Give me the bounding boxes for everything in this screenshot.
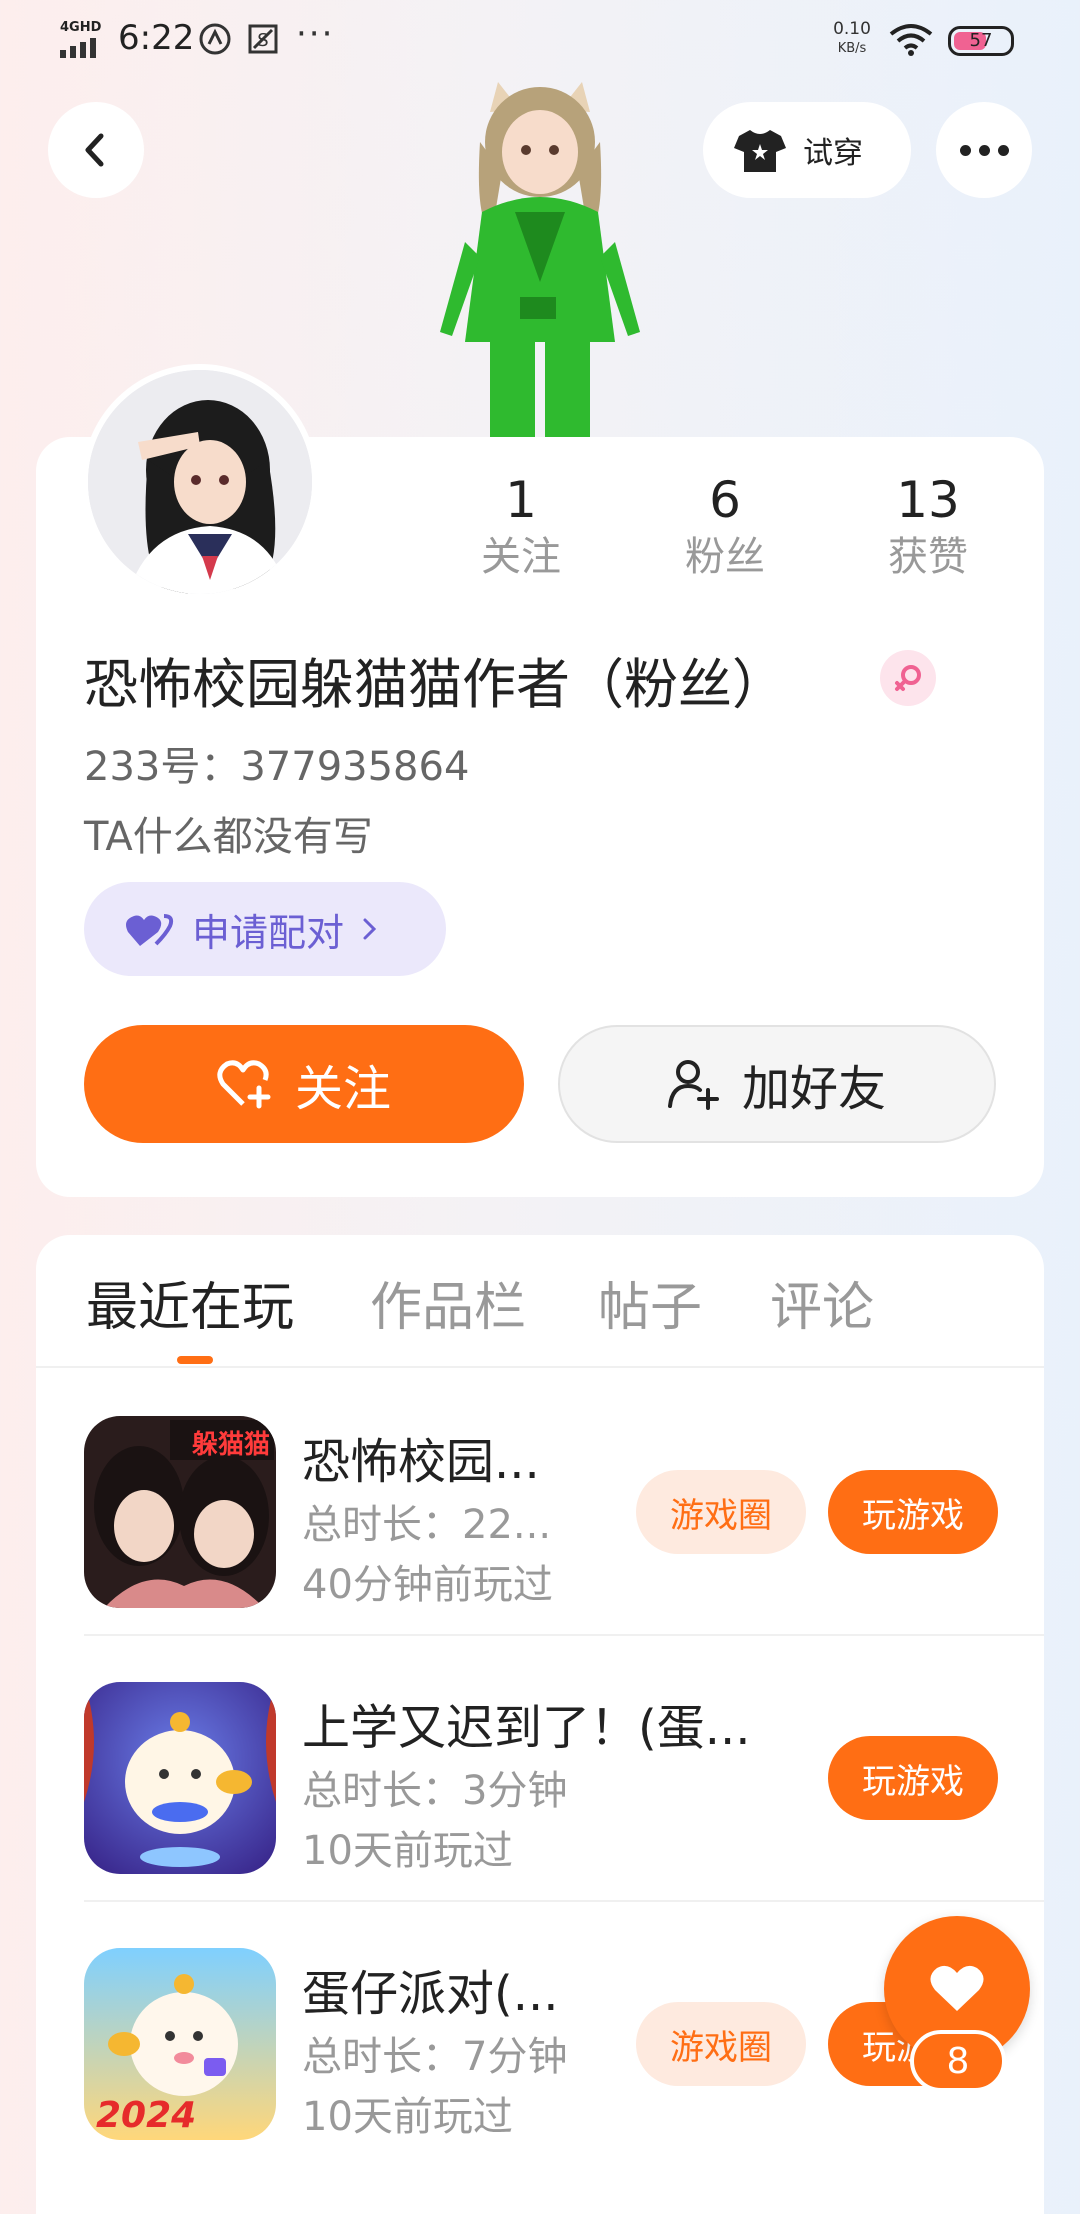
tab-indicator <box>177 1356 213 1364</box>
game-icon-label: 躲猫猫 <box>191 1430 270 1460</box>
nickname: 恐怖校园躲猫猫作者（粉丝） <box>84 653 786 716</box>
stat-likes-label: 获赞 <box>888 534 968 580</box>
tab-recently-played[interactable]: 最近在玩 <box>86 1265 294 1340</box>
follow-label: 关注 <box>294 1061 391 1117</box>
tshirt-icon <box>734 130 786 172</box>
game-row[interactable]: 躲猫猫 恐怖校园... 总时长：22... 40分钟前玩过 游戏圈 玩游戏 <box>36 1370 1044 1636</box>
svg-text:S: S <box>257 30 268 51</box>
try-on-button[interactable]: 试穿 <box>703 102 911 198</box>
game-last-played: 10天前玩过 <box>302 1828 513 1874</box>
network-speed: 0.10 KB/s <box>832 20 872 58</box>
game-circle-button[interactable]: 游戏圈 <box>636 2002 806 2086</box>
user-id: 233号：377935864 <box>84 744 470 790</box>
signal-icon: 4GHD <box>60 20 106 60</box>
chevron-right-icon <box>363 918 377 940</box>
back-button[interactable] <box>48 102 144 198</box>
apply-pair-label: 申请配对 <box>192 910 345 955</box>
network-speed-value: 0.10 <box>833 19 871 39</box>
game-circle-button[interactable]: 游戏圈 <box>636 1470 806 1554</box>
network-type: 4GHD <box>60 20 102 35</box>
stat-following-label: 关注 <box>481 534 561 580</box>
add-friend-button[interactable]: 加好友 <box>558 1025 996 1143</box>
game-last-played: 40分钟前玩过 <box>302 1562 553 1608</box>
female-gender-icon <box>880 650 936 706</box>
tab-works[interactable]: 作品栏 <box>370 1265 526 1340</box>
add-friend-label: 加好友 <box>741 1061 886 1117</box>
game-last-played: 10天前玩过 <box>302 2094 513 2140</box>
stat-fans-label: 粉丝 <box>685 534 765 580</box>
double-heart-icon <box>126 914 174 946</box>
game-title: 恐怖校园... <box>302 1434 540 1490</box>
stat-likes[interactable]: 13 获赞 <box>858 470 998 582</box>
game-duration: 总时长：3分钟 <box>302 1768 568 1814</box>
game-icon[interactable]: 2024 <box>84 1948 276 2140</box>
apply-pair-button[interactable]: 申请配对 <box>84 882 446 976</box>
more-horizontal-icon <box>959 144 971 156</box>
stat-fans-value: 6 <box>709 471 741 529</box>
network-speed-unit: KB/s <box>837 41 867 56</box>
tab-posts[interactable]: 帖子 <box>598 1265 702 1340</box>
tab-divider <box>36 1366 1044 1368</box>
tab-comments[interactable]: 评论 <box>770 1265 874 1340</box>
heart-plus-icon <box>217 1060 271 1109</box>
status-time: 6:22 <box>118 18 195 58</box>
game-icon[interactable]: 躲猫猫 <box>84 1416 276 1608</box>
game-icon-label: 2024 <box>96 2095 197 2136</box>
game-duration: 总时长：7分钟 <box>302 2034 568 2080</box>
game-row[interactable]: 上学又迟到了！(蛋... 总时长：3分钟 10天前玩过 玩游戏 <box>36 1636 1044 1902</box>
follow-button[interactable]: 关注 <box>84 1025 524 1143</box>
chevron-left-icon <box>85 133 104 167</box>
more-button[interactable] <box>936 102 1032 198</box>
status-more: ··· <box>296 14 335 54</box>
avatar-character-image <box>440 82 640 437</box>
heart-icon <box>930 1965 984 2011</box>
game-duration: 总时长：22... <box>302 1502 552 1548</box>
user-bio: TA什么都没有写 <box>84 814 373 860</box>
play-game-button[interactable]: 玩游戏 <box>828 1736 998 1820</box>
try-on-label: 试穿 <box>803 136 863 171</box>
avatar[interactable] <box>82 364 318 600</box>
game-row[interactable]: 2024 蛋仔派对(... 总时长：7分钟 10天前玩过 游戏圈 玩游戏 <box>36 1902 1044 2168</box>
stat-fans[interactable]: 6 粉丝 <box>655 470 795 582</box>
stat-following[interactable]: 1 关注 <box>451 470 591 582</box>
like-count-badge: 8 <box>910 2030 1006 2092</box>
avatar-image <box>88 370 312 594</box>
game-icon[interactable] <box>84 1682 276 1874</box>
game-title: 蛋仔派对(... <box>302 1966 559 2022</box>
play-game-button[interactable]: 玩游戏 <box>828 1470 998 1554</box>
stat-likes-value: 13 <box>896 471 960 529</box>
wifi-icon <box>889 24 933 56</box>
notification-sync-icon: S <box>248 24 278 54</box>
battery-icon: 57 <box>948 26 1014 56</box>
status-bar: 4GHD 6:22 S ··· 0.10 KB/s 57 <box>0 0 1080 80</box>
add-user-icon <box>667 1060 719 1110</box>
battery-level: 57 <box>969 30 993 51</box>
stat-following-value: 1 <box>505 471 537 529</box>
game-title: 上学又迟到了！(蛋... <box>302 1700 751 1756</box>
notification-app-icon <box>199 23 231 55</box>
